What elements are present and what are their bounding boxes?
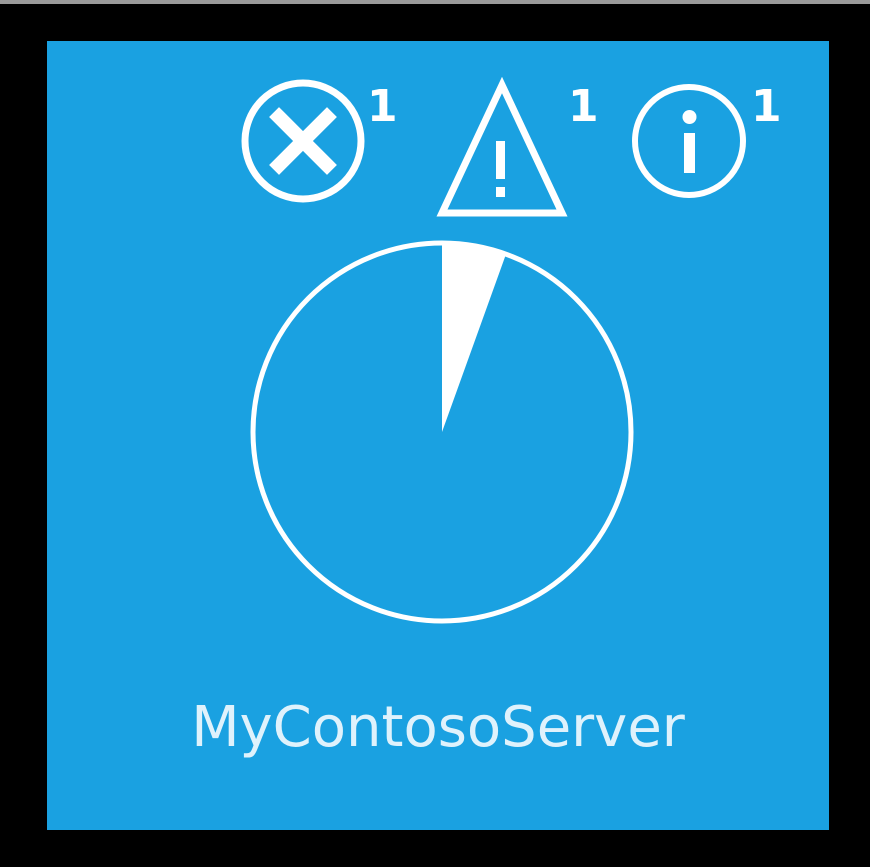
alert-counts: 1 1 1	[239, 77, 819, 227]
warning-count: 1	[568, 81, 599, 132]
error-count: 1	[367, 81, 398, 132]
info-count: 1	[751, 81, 782, 132]
server-name-label: MyContosoServer	[191, 695, 685, 760]
error-circle-x-icon	[241, 79, 365, 203]
pie-gauge-icon	[250, 240, 634, 624]
warning-alert[interactable]: 1	[436, 77, 621, 227]
info-circle-icon	[632, 84, 746, 198]
info-alert[interactable]: 1	[627, 77, 817, 227]
error-alert[interactable]: 1	[239, 77, 429, 227]
warning-triangle-icon	[436, 77, 568, 217]
gauge-fill-wedge	[442, 243, 507, 432]
window-top-border	[0, 0, 870, 4]
server-tile[interactable]: 1 1 1 MyContosoServer	[47, 41, 829, 830]
